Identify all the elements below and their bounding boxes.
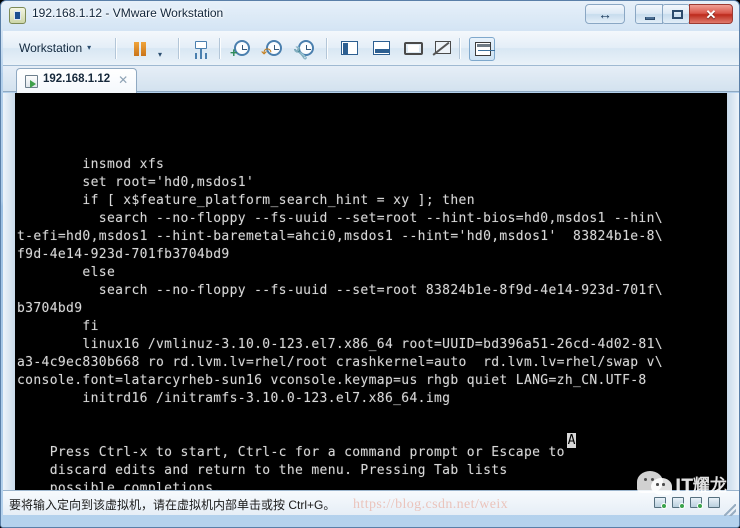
- maximize-icon: [663, 5, 689, 23]
- console-left-border: [3, 93, 15, 490]
- vm-tab-icon: [25, 75, 38, 88]
- window-title: 192.168.1.12 - VMware Workstation: [32, 6, 224, 20]
- console-view-icon: [470, 38, 496, 62]
- status-message: 要将输入定向到该虚拟机，请在虚拟机内部单击或按 Ctrl+G。: [9, 498, 336, 512]
- tab-close-icon[interactable]: ✕: [118, 73, 128, 87]
- console-view-button[interactable]: [469, 37, 495, 61]
- tab-label: 192.168.1.12: [43, 73, 111, 85]
- chevron-down-icon: ▾: [87, 43, 92, 52]
- unity-mode-icon: [430, 37, 456, 61]
- sidebar-panel-icon: [336, 37, 362, 61]
- toolbar-separator: [219, 38, 221, 59]
- show-library-button[interactable]: [336, 37, 362, 61]
- clock-revert-icon: ↶: [261, 37, 287, 61]
- pause-icon: [127, 37, 153, 61]
- chevron-down-icon: ▾: [158, 50, 163, 59]
- bottom-panel-icon: [368, 37, 394, 61]
- toolbar-separator: [326, 38, 328, 59]
- enter-fullscreen-button[interactable]: [400, 37, 426, 61]
- status-hard-disk-icon[interactable]: [653, 496, 668, 510]
- status-bar: 要将输入定向到该虚拟机，请在虚拟机内部单击或按 Ctrl+G。: [3, 490, 739, 515]
- clock-plus-icon: +: [229, 37, 255, 61]
- window-resize-grip[interactable]: [724, 504, 736, 516]
- status-usb-icon[interactable]: [689, 496, 704, 510]
- console-right-border: [727, 93, 739, 490]
- toolbar-separator: [459, 38, 461, 59]
- close-button[interactable]: [689, 4, 733, 24]
- title-bar: 192.168.1.12 - VMware Workstation: [1, 1, 739, 30]
- power-options-dropdown[interactable]: ▾: [153, 37, 171, 61]
- minimize-button[interactable]: [635, 4, 663, 24]
- status-printer-icon[interactable]: [707, 496, 722, 510]
- maximize-button[interactable]: [662, 4, 690, 24]
- fullscreen-icon: [400, 37, 426, 61]
- vmware-workstation-window: 192.168.1.12 - VMware Workstation Workst…: [0, 0, 740, 528]
- status-network-icon[interactable]: [671, 496, 686, 510]
- tab-vm-192-168-1-12[interactable]: 192.168.1.12 ✕: [16, 68, 138, 93]
- snapshot-manager-icon: [188, 37, 214, 61]
- terminal-cursor-character: A: [567, 433, 576, 448]
- manage-snapshots-button[interactable]: [188, 37, 214, 61]
- vmware-app-icon: [9, 7, 26, 24]
- show-console-view-button[interactable]: [368, 37, 394, 61]
- close-icon: [690, 5, 732, 23]
- toolbar-separator: [178, 38, 180, 59]
- snapshot-manager-button[interactable]: 🔧: [293, 37, 319, 61]
- pause-vm-button[interactable]: [127, 37, 153, 61]
- unity-mode-button[interactable]: [430, 37, 456, 61]
- revert-snapshot-button[interactable]: ↶: [261, 37, 287, 61]
- clock-wrench-icon: 🔧: [293, 37, 319, 61]
- restore-arrows-icon: [586, 5, 624, 23]
- workstation-menu-label: Workstation: [19, 41, 83, 55]
- tab-strip: 192.168.1.12 ✕: [3, 66, 739, 93]
- vm-console-screen[interactable]: insmod xfs set root='hd0,msdos1' if [ x$…: [15, 93, 727, 490]
- restore-arrows-button[interactable]: [585, 4, 625, 24]
- minimize-icon: [636, 5, 662, 23]
- grub-edit-text: insmod xfs set root='hd0,msdos1' if [ x$…: [17, 157, 663, 490]
- workstation-menu-button[interactable]: Workstation ▾: [13, 38, 97, 59]
- toolbar: Workstation ▾ ▾ + ↶ 🔧: [3, 31, 739, 66]
- toolbar-separator: [115, 38, 117, 59]
- take-snapshot-button[interactable]: +: [229, 37, 255, 61]
